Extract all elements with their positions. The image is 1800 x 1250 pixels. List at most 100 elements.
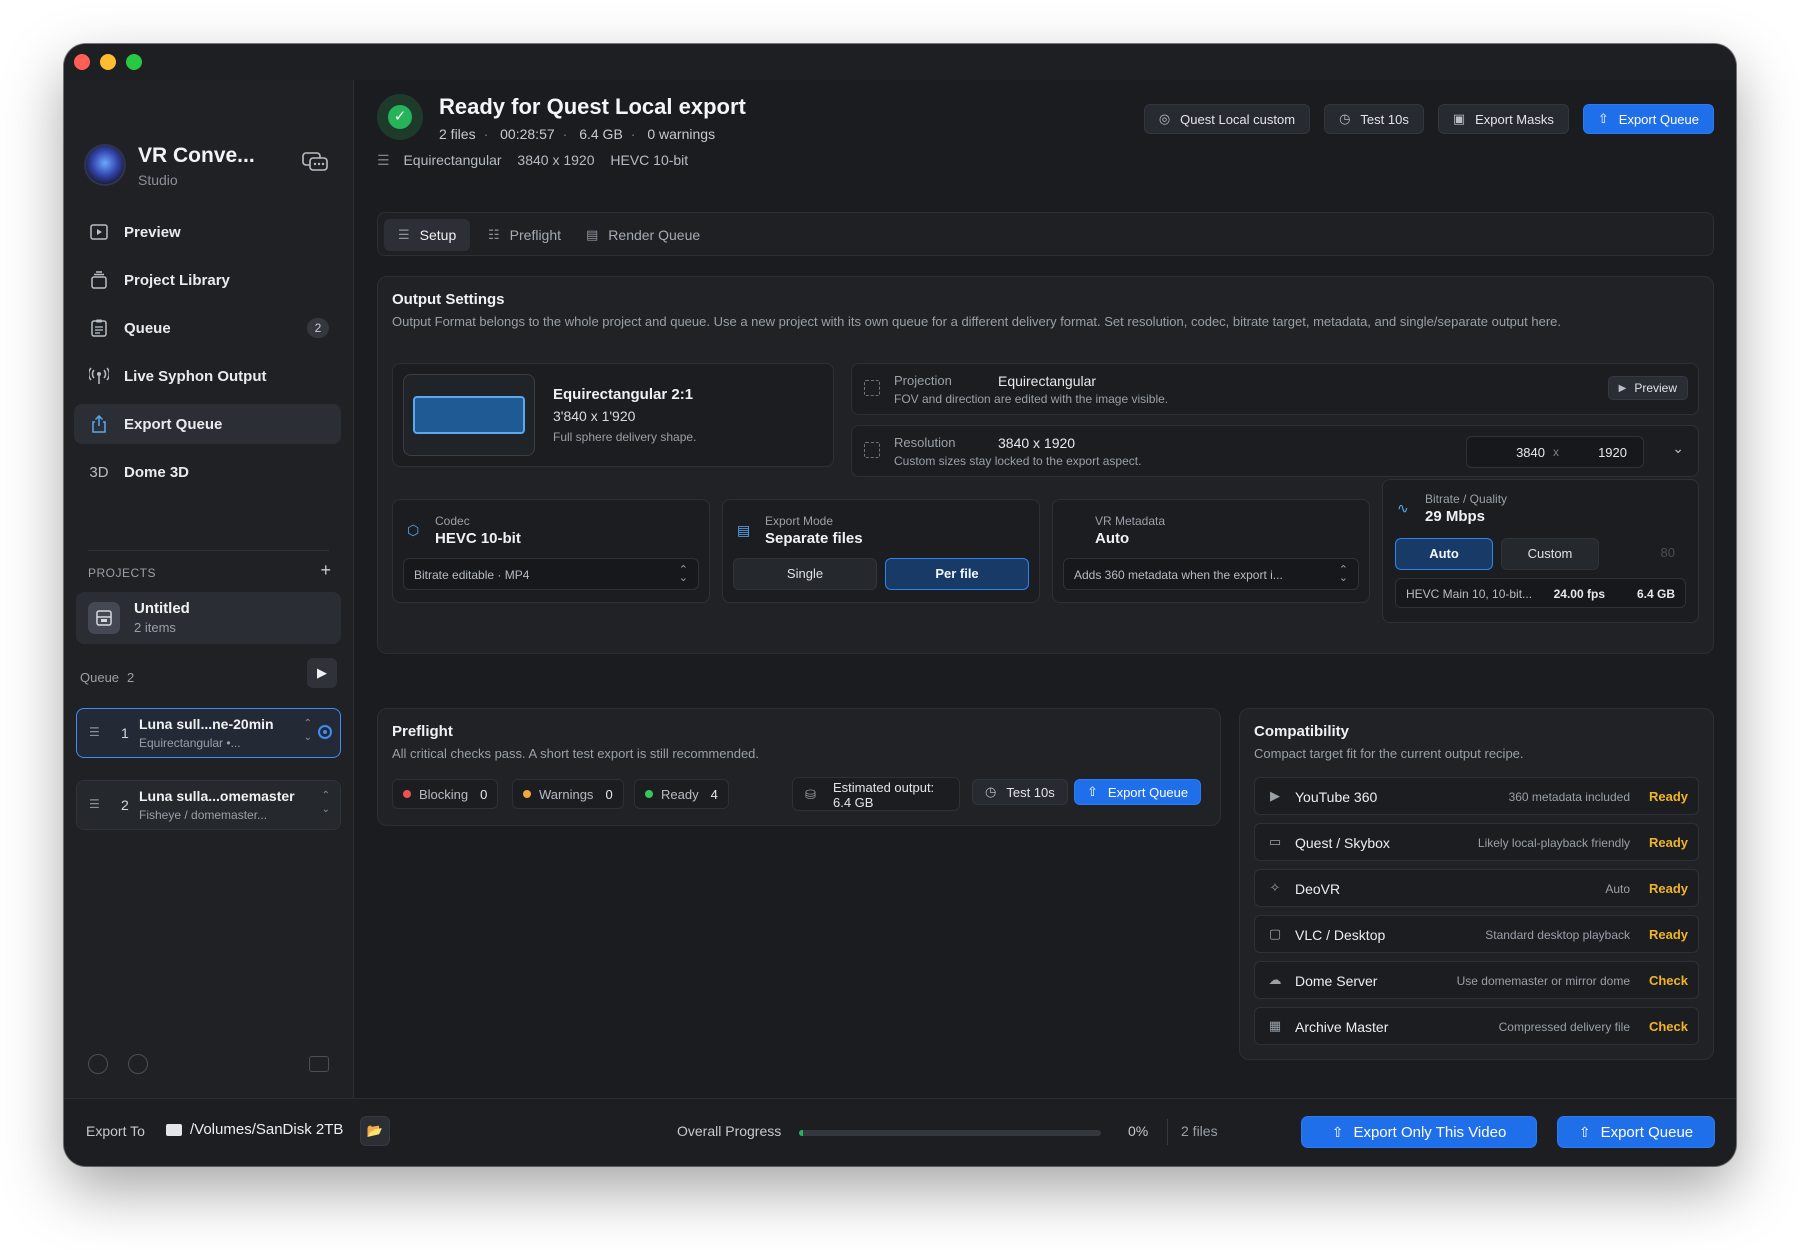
height-input[interactable]: 1920 xyxy=(1598,445,1627,460)
export-mode-card: ▤ Export Mode Separate files Single Per … xyxy=(722,499,1040,603)
project-name: Untitled xyxy=(134,600,190,617)
output-settings-title: Output Settings xyxy=(392,291,505,308)
compatibility-panel: Compatibility Compact target fit for the… xyxy=(1239,708,1714,1060)
warnings-label: Warnings xyxy=(539,786,594,802)
preflight-export-button[interactable]: ⇧ Export Queue xyxy=(1074,779,1202,805)
footer-export-queue-button[interactable]: ⇧ Export Queue xyxy=(1557,1116,1715,1148)
share-icon: ⇧ xyxy=(1578,1123,1591,1140)
reorder-arrows-icon[interactable]: ⌃ ⌄ xyxy=(322,789,330,817)
sidebar-divider xyxy=(88,550,329,551)
play-queue-button[interactable]: ▶ xyxy=(307,658,337,688)
codec-select-value: Bitrate editable · MP4 xyxy=(414,568,530,582)
compatibility-description: Compact target fit for the current outpu… xyxy=(1254,746,1524,761)
tab-render-queue[interactable]: ▤ Render Queue xyxy=(572,219,714,251)
sidebar-item-project-library[interactable]: Project Library xyxy=(74,260,341,300)
blocking-label: Blocking xyxy=(419,786,469,802)
sidebar-item-dome-3d[interactable]: 3D Dome 3D xyxy=(74,452,341,492)
export-destination[interactable]: /Volumes/SanDisk 2TB xyxy=(166,1121,343,1138)
status-success-icon: ✓ xyxy=(377,94,423,140)
test-10s-button[interactable]: ◷ Test 10s xyxy=(1324,104,1424,134)
target-icon[interactable] xyxy=(318,725,332,739)
queue-item-number: 2 xyxy=(121,797,129,813)
width-input[interactable]: 3840 xyxy=(1505,445,1545,460)
bitrate-custom-button[interactable]: Custom xyxy=(1501,538,1599,570)
queue-count: 2 xyxy=(127,670,135,685)
preflight-test-button[interactable]: ◷ Test 10s xyxy=(972,779,1068,805)
tab-preflight[interactable]: ☷ Preflight xyxy=(474,219,575,251)
codec-select[interactable]: Bitrate editable · MP4 ⌃ ⌄ xyxy=(403,558,699,590)
app-header: VR Conve... Studio xyxy=(86,140,339,188)
timer-icon: ◷ xyxy=(985,784,997,799)
queue-item[interactable]: ☰ 2 Luna sulla...omemaster Fisheye / dom… xyxy=(76,780,341,830)
chevron-down-icon[interactable]: ⌄ xyxy=(1672,440,1684,457)
sidebar-item-preview[interactable]: Preview xyxy=(74,212,341,252)
export-queue-button[interactable]: ⇧ Export Queue xyxy=(1582,104,1714,134)
vr-metadata-select[interactable]: Adds 360 metadata when the export i... ⌃ ⌄ xyxy=(1063,558,1359,590)
sidebar-item-export-queue[interactable]: Export Queue xyxy=(74,404,341,444)
help-icon[interactable] xyxy=(128,1054,148,1074)
bitrate-label: Bitrate / Quality xyxy=(1425,492,1508,506)
archive-icon: ▦ xyxy=(1268,1018,1282,1033)
list-icon: ▤ xyxy=(586,227,599,242)
minimize-window-button[interactable] xyxy=(100,54,116,70)
project-item-count: 2 items xyxy=(134,620,176,635)
queue-label: Queue xyxy=(80,670,120,685)
ready-count: 4 xyxy=(710,786,718,802)
warning-count: 0 warnings xyxy=(647,126,716,142)
codec-label: Codec xyxy=(435,514,470,528)
headset-icon: ▭ xyxy=(1268,834,1282,849)
projection-preview-button[interactable]: ▶ Preview xyxy=(1607,376,1688,400)
preset-button[interactable]: ◎ Quest Local custom xyxy=(1143,104,1311,134)
zoom-window-button[interactable] xyxy=(126,54,142,70)
sidebar-footer xyxy=(88,1054,329,1078)
sidebar-item-label: Export Queue xyxy=(124,415,223,433)
export-only-this-video-button[interactable]: ⇧ Export Only This Video xyxy=(1301,1116,1537,1148)
app-subtitle: Studio xyxy=(138,172,178,188)
export-masks-button[interactable]: ▣ Export Masks xyxy=(1437,104,1569,134)
sliders-icon: ☰ xyxy=(377,152,390,168)
add-project-button[interactable]: + xyxy=(320,560,331,581)
custom-bitrate-input[interactable]: 80 xyxy=(1607,538,1685,570)
cube-icon: ⬡ xyxy=(407,522,420,538)
expand-icon xyxy=(864,380,880,396)
compat-row-archive-master: ▦ Archive Master Compressed delivery fil… xyxy=(1254,1007,1699,1045)
chat-bubbles-icon[interactable] xyxy=(301,150,329,174)
format-name: Equirectangular 2:1 xyxy=(553,386,694,403)
close-window-button[interactable] xyxy=(74,54,90,70)
queue-item[interactable]: ☰ 1 Luna sull...ne-20min Equirectangular… xyxy=(76,708,341,758)
folder-icon xyxy=(166,1123,182,1136)
sidebar-item-live-syphon-output[interactable]: Live Syphon Output xyxy=(74,356,341,396)
main-content: ✓ Ready for Quest Local export 2 files · … xyxy=(355,80,1736,1098)
export-mode-value: Separate files xyxy=(765,530,863,547)
compat-note: 360 metadata included xyxy=(1508,790,1630,804)
compat-target-name: Dome Server xyxy=(1295,973,1378,989)
per-file-mode-button[interactable]: Per file xyxy=(885,558,1029,590)
play-square-icon xyxy=(88,221,110,243)
compatibility-title: Compatibility xyxy=(1254,723,1350,740)
settings-gear-icon[interactable] xyxy=(88,1054,108,1074)
ready-chip[interactable]: Ready 4 xyxy=(634,779,729,809)
drag-handle-icon[interactable]: ☰ xyxy=(89,725,100,739)
sidebar-item-label: Queue xyxy=(124,319,171,337)
bitrate-auto-button[interactable]: Auto xyxy=(1395,538,1493,570)
sidebar-item-queue[interactable]: Queue 2 xyxy=(74,308,341,348)
tab-setup[interactable]: ☰ Setup xyxy=(384,219,471,251)
format-summary: ☰ Equirectangular 3840 x 1920 HEVC 10-bi… xyxy=(377,152,700,169)
project-card[interactable]: Untitled 2 items xyxy=(76,592,341,644)
drag-handle-icon[interactable]: ☰ xyxy=(89,797,100,811)
updown-chevron-icon: ⌃ ⌄ xyxy=(1338,564,1348,584)
sidebar-toggle-icon[interactable] xyxy=(309,1056,329,1072)
vr-metadata-card: VR Metadata Auto Adds 360 metadata when … xyxy=(1052,499,1370,603)
warnings-chip[interactable]: Warnings 0 xyxy=(512,779,624,809)
format-projection: Equirectangular xyxy=(403,152,502,168)
compat-target-name: YouTube 360 xyxy=(1295,789,1378,805)
waveform-icon: ∿ xyxy=(1397,500,1409,516)
format-card[interactable]: Equirectangular 2:1 3'840 x 1'920 Full s… xyxy=(392,363,834,467)
choose-folder-button[interactable]: 📂 xyxy=(360,1116,390,1146)
single-mode-button[interactable]: Single xyxy=(733,558,877,590)
updown-chevron-icon: ⌃ ⌄ xyxy=(678,564,688,584)
reorder-arrows-icon[interactable]: ⌃ ⌄ xyxy=(304,717,312,745)
ready-label: Ready xyxy=(661,786,699,802)
blocking-chip[interactable]: Blocking 0 xyxy=(392,779,499,809)
sidebar-item-label: Project Library xyxy=(124,271,230,289)
